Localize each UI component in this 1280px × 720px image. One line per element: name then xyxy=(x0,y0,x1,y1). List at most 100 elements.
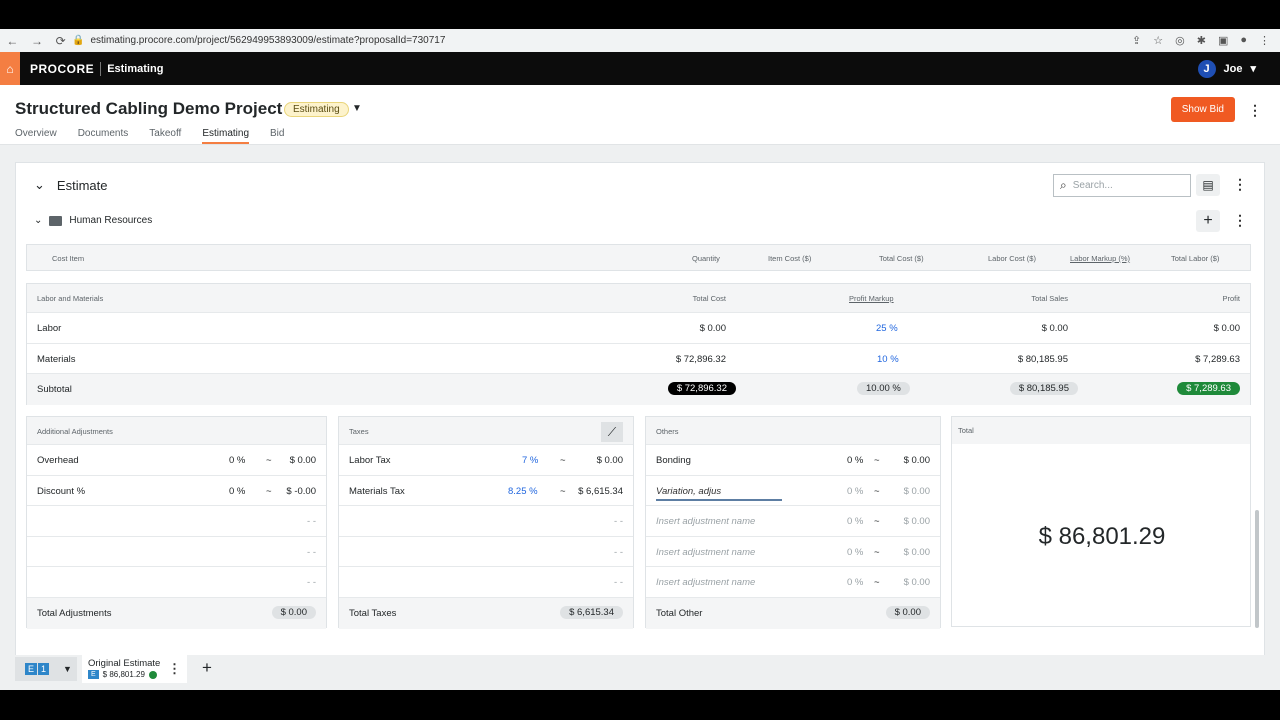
tax-percent[interactable]: 7 % xyxy=(522,455,538,466)
group-row[interactable]: ⌄ Human Resources xyxy=(34,215,152,226)
forward-icon[interactable]: → xyxy=(31,34,43,48)
show-bid-button[interactable]: Show Bid xyxy=(1170,97,1235,122)
other-name[interactable]: Bonding xyxy=(656,455,691,466)
avatar: J xyxy=(1197,59,1216,78)
tab-takeoff[interactable]: Takeoff xyxy=(149,128,181,144)
group-name: Human Resources xyxy=(69,215,153,226)
col-cost-item[interactable]: Cost Item xyxy=(52,254,84,263)
empty-row[interactable]: - - xyxy=(339,537,633,568)
tab-estimating[interactable]: Estimating xyxy=(202,128,250,144)
empty-row[interactable]: - - xyxy=(339,506,633,537)
approx-icon: ~ xyxy=(560,485,566,497)
other-value[interactable]: $ 0.00 xyxy=(904,577,930,588)
search-input[interactable]: ⌕ Search... xyxy=(1053,174,1191,197)
approx-icon: ~ xyxy=(874,485,880,497)
other-value[interactable]: $ 0.00 xyxy=(904,486,930,497)
tab-bid[interactable]: Bid xyxy=(270,128,284,144)
divider xyxy=(100,61,102,76)
empty-value: - - xyxy=(614,577,623,589)
search-icon: ⌕ xyxy=(1060,178,1067,192)
other-percent[interactable]: 0 % xyxy=(847,455,863,466)
other-value[interactable]: $ 0.00 xyxy=(904,516,930,527)
tab-documents[interactable]: Documents xyxy=(78,128,129,144)
estimate-tabs-bar: E 1 ▼ Original Estimate E $ 86,801.29 ⋮ … xyxy=(0,655,1280,690)
adjustment-row: Discount % 0 % ~ $ -0.00 xyxy=(27,476,326,507)
chevron-down-icon[interactable]: ▼ xyxy=(352,103,362,114)
other-value[interactable]: $ 0.00 xyxy=(904,455,930,466)
subtotal-total-sales: $ 80,185.95 xyxy=(1009,382,1078,395)
other-row: Insert adjustment name 0 % ~ $ 0.00 xyxy=(646,567,940,598)
check-icon xyxy=(148,670,157,679)
other-name-input[interactable]: Insert adjustment name xyxy=(656,516,755,527)
share-icon[interactable]: ⇪ xyxy=(1132,34,1141,47)
panel-title: Additional Adjustments xyxy=(37,427,113,436)
trend-icon[interactable]: ⟋ xyxy=(601,422,623,442)
user-menu[interactable]: J Joe ▾ xyxy=(1197,59,1256,78)
empty-row[interactable]: - - xyxy=(27,537,326,568)
menu-icon[interactable]: ⋮ xyxy=(1259,34,1270,47)
more-options-icon[interactable]: ⋮ xyxy=(1233,212,1247,229)
scrollbar[interactable] xyxy=(1255,510,1259,628)
adjustment-percent[interactable]: 0 % xyxy=(229,486,245,497)
adjustment-name[interactable]: Overhead xyxy=(37,455,79,466)
col-labor-cost[interactable]: Labor Cost ($) xyxy=(988,254,1036,263)
profit-markup-field[interactable]: 25 % xyxy=(876,323,898,334)
procore-logo[interactable]: PROCORE xyxy=(30,62,94,76)
other-percent[interactable]: 0 % xyxy=(847,547,863,558)
home-icon[interactable]: ⌂ xyxy=(0,52,20,85)
col-profit-markup[interactable]: Profit Markup xyxy=(849,294,894,303)
col-labor-markup[interactable]: Labor Markup (%) xyxy=(1070,254,1130,263)
more-options-icon[interactable]: ⋮ xyxy=(1248,102,1262,119)
folder-icon xyxy=(49,215,63,226)
adjustment-percent[interactable]: 0 % xyxy=(229,455,245,466)
empty-row[interactable]: - - xyxy=(27,567,326,598)
chevron-down-icon[interactable]: ⌄ xyxy=(34,215,42,226)
empty-row[interactable]: - - xyxy=(27,506,326,537)
total-panel: Total $ 86,801.29 xyxy=(951,416,1251,627)
more-options-icon[interactable]: ⋮ xyxy=(1233,176,1247,193)
col-quantity[interactable]: Quantity xyxy=(692,254,720,263)
estimate-badge: E xyxy=(25,663,38,675)
add-folder-icon[interactable]: ▤ xyxy=(1196,174,1220,196)
other-percent[interactable]: 0 % xyxy=(847,577,863,588)
other-value[interactable]: $ 0.00 xyxy=(904,547,930,558)
puzzle-icon[interactable]: ✱ xyxy=(1197,34,1206,47)
col-total-labor[interactable]: Total Labor ($) xyxy=(1171,254,1219,263)
other-name-input[interactable]: Insert adjustment name xyxy=(656,547,755,558)
other-percent[interactable]: 0 % xyxy=(847,516,863,527)
address-bar[interactable]: 🔒 estimating.procore.com/project/5629499… xyxy=(72,35,1132,46)
extension-icon[interactable]: ◎ xyxy=(1175,34,1185,47)
star-icon[interactable]: ☆ xyxy=(1153,34,1163,47)
estimate-count: 1 xyxy=(38,663,50,675)
total-value: $ 6,615.34 xyxy=(560,605,623,619)
back-icon[interactable]: ← xyxy=(6,34,18,48)
status-badge[interactable]: Estimating xyxy=(284,102,349,117)
row-name: Labor xyxy=(37,323,62,334)
profile-icon[interactable]: ● xyxy=(1240,34,1247,47)
estimate-header[interactable]: ⌄ Estimate xyxy=(34,177,107,193)
total-sales: $ 0.00 xyxy=(1041,323,1068,334)
total-label: Total Adjustments xyxy=(37,607,112,619)
adjustment-value[interactable]: $ -0.00 xyxy=(286,486,316,497)
reload-icon[interactable]: ⟳ xyxy=(56,34,66,48)
tax-percent[interactable]: 8.25 % xyxy=(508,486,538,497)
panel-header: Taxes ⟋ xyxy=(339,417,633,445)
sidebar-icon[interactable]: ▣ xyxy=(1218,34,1228,47)
col-item-cost[interactable]: Item Cost ($) xyxy=(768,254,811,263)
adjustment-name[interactable]: Discount % xyxy=(37,486,85,497)
profit-markup-field[interactable]: 10 % xyxy=(877,354,899,365)
other-name-input[interactable]: Variation, adjus xyxy=(656,486,782,501)
more-options-icon[interactable]: ⋮ xyxy=(168,661,181,677)
estimate-switcher[interactable]: E 1 ▼ xyxy=(15,657,77,681)
other-name-input[interactable]: Insert adjustment name xyxy=(656,577,755,588)
estimate-tab-original[interactable]: Original Estimate E $ 86,801.29 ⋮ xyxy=(82,655,187,683)
app-name: Estimating xyxy=(107,62,164,75)
tab-overview[interactable]: Overview xyxy=(15,128,57,144)
other-percent[interactable]: 0 % xyxy=(847,486,863,497)
col-total-cost[interactable]: Total Cost ($) xyxy=(879,254,924,263)
chevron-down-icon[interactable]: ⌄ xyxy=(34,177,45,193)
add-estimate-icon[interactable]: + xyxy=(202,658,212,678)
add-icon[interactable]: + xyxy=(1196,210,1220,232)
empty-row[interactable]: - - xyxy=(339,567,633,598)
adjustment-value[interactable]: $ 0.00 xyxy=(290,455,316,466)
